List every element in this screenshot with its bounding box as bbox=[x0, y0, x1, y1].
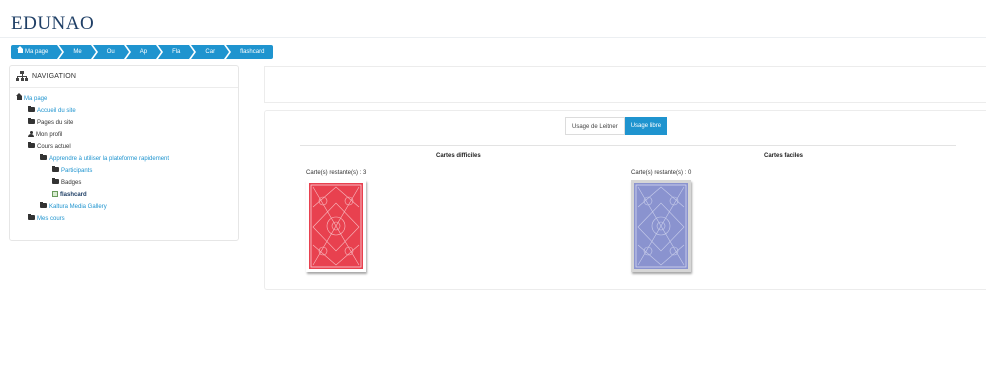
card-back-pattern bbox=[634, 183, 688, 269]
folder-icon bbox=[40, 154, 47, 160]
sitemap-icon bbox=[16, 71, 28, 82]
difficult-deck-title: Cartes difficiles bbox=[436, 153, 481, 159]
breadcrumb-item-flashcard[interactable]: flashcard bbox=[226, 45, 274, 59]
nav-item-ma-page[interactable]: Ma page bbox=[16, 93, 47, 105]
folder-icon bbox=[28, 106, 35, 112]
usage-tabs: Usage de Leitner Usage libre bbox=[565, 117, 668, 135]
navigation-block: NAVIGATION Ma page Accueil du site Pages… bbox=[9, 65, 239, 241]
navigation-title: NAVIGATION bbox=[32, 73, 77, 80]
difficult-deck-remaining: Carte(s) restante(s) : 3 bbox=[306, 170, 367, 176]
easy-deck-remaining: Carte(s) restante(s) : 0 bbox=[631, 170, 692, 176]
flashcard-icon bbox=[52, 191, 58, 197]
header-divider bbox=[0, 37, 986, 38]
folder-icon bbox=[52, 178, 59, 184]
breadcrumb: Ma page Me Ou Ap Fla Car flashcard bbox=[11, 45, 275, 59]
tab-usage-de-leitner[interactable]: Usage de Leitner bbox=[565, 117, 625, 135]
nav-item-flashcard[interactable]: flashcard bbox=[52, 190, 87, 201]
flashcard-panel bbox=[264, 110, 986, 290]
nav-item-course[interactable]: Apprendre à utiliser la plateforme rapid… bbox=[40, 154, 169, 165]
easy-deck-card[interactable] bbox=[631, 180, 691, 272]
nav-item-cours-actuel[interactable]: Cours actuel bbox=[28, 142, 71, 153]
nav-item-accueil-du-site[interactable]: Accueil du site bbox=[28, 106, 76, 117]
nav-item-badges[interactable]: Badges bbox=[52, 178, 81, 189]
main-header-area bbox=[264, 66, 986, 103]
user-icon bbox=[28, 131, 34, 137]
folder-icon bbox=[28, 118, 35, 124]
folder-icon bbox=[52, 166, 59, 172]
folder-icon bbox=[28, 214, 35, 220]
folder-icon bbox=[28, 142, 35, 148]
breadcrumb-item-ap[interactable]: Ap bbox=[125, 45, 162, 59]
home-icon bbox=[16, 93, 22, 100]
breadcrumb-item-car[interactable]: Car bbox=[191, 45, 229, 59]
breadcrumb-item-me[interactable]: Me bbox=[59, 45, 97, 59]
home-icon bbox=[17, 46, 23, 53]
folder-icon bbox=[40, 202, 47, 208]
easy-deck-title: Cartes faciles bbox=[764, 153, 804, 159]
tabs-divider bbox=[300, 145, 956, 146]
nav-item-kaltura-media-gallery[interactable]: Kaltura Media Gallery bbox=[40, 202, 107, 213]
navigation-header: NAVIGATION bbox=[10, 66, 238, 88]
tab-usage-libre[interactable]: Usage libre bbox=[624, 117, 668, 135]
breadcrumb-item-ma-page[interactable]: Ma page bbox=[11, 45, 63, 59]
difficult-deck-card[interactable] bbox=[306, 180, 366, 272]
breadcrumb-item-ou[interactable]: Ou bbox=[92, 45, 129, 59]
nav-item-participants[interactable]: Participants bbox=[52, 166, 92, 177]
nav-item-mon-profil[interactable]: Mon profil bbox=[28, 130, 62, 141]
card-back-pattern bbox=[309, 183, 363, 269]
site-logo[interactable]: EDUNAO bbox=[11, 13, 94, 35]
breadcrumb-item-fla[interactable]: Fla bbox=[158, 45, 195, 59]
nav-item-pages-du-site[interactable]: Pages du site bbox=[28, 118, 73, 129]
nav-item-mes-cours[interactable]: Mes cours bbox=[28, 214, 65, 225]
